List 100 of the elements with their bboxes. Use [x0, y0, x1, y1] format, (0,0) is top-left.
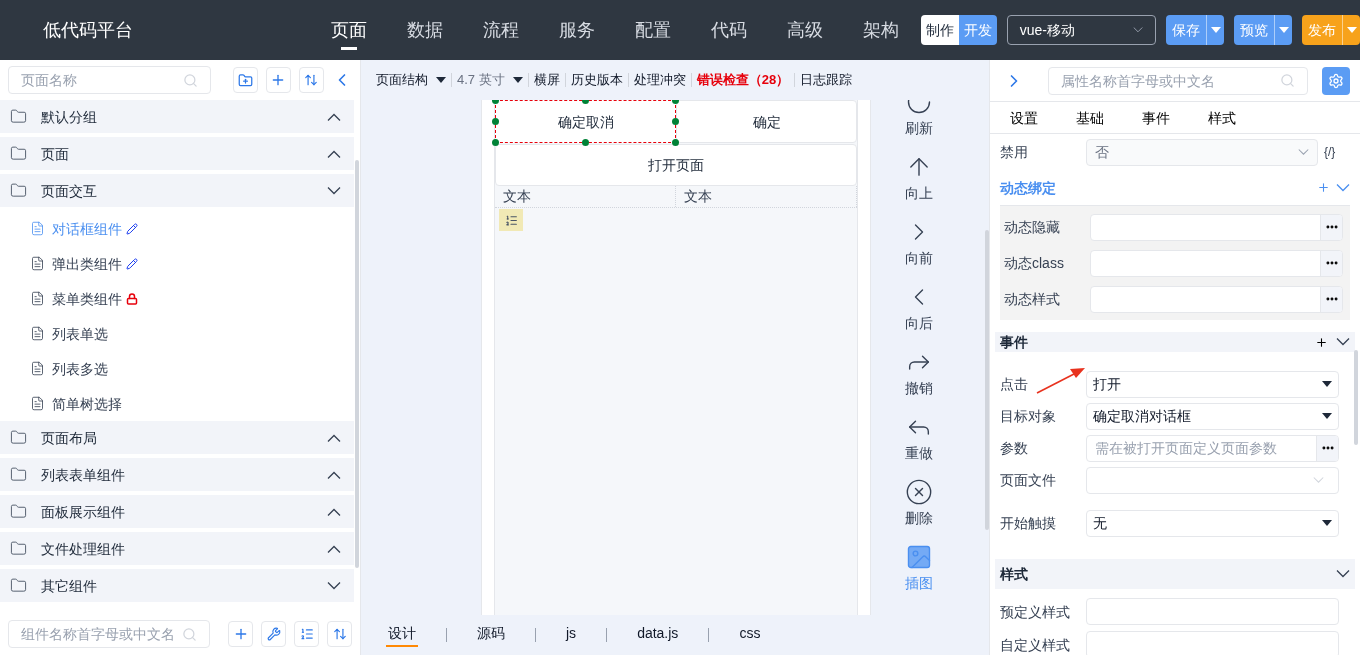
input-field[interactable] [1086, 598, 1339, 625]
group-header[interactable]: 页面布局 [0, 421, 354, 454]
folder-icon [10, 429, 27, 446]
nav-tab[interactable]: 高级 [767, 0, 844, 60]
search-icon [182, 72, 198, 88]
platform-select[interactable]: vue-移动 [1006, 15, 1156, 45]
group-header[interactable]: 页面交互 [0, 174, 354, 207]
property-tab[interactable]: 事件 [1142, 107, 1170, 128]
tool-button[interactable]: 删除 [905, 470, 933, 535]
page-item[interactable]: 弹出类组件 [0, 246, 354, 281]
toolbar-item[interactable]: 错误检查（28） [696, 70, 790, 90]
section-title: 动态绑定 [1000, 178, 1057, 198]
editor-tab[interactable]: js [564, 623, 579, 647]
toolbar-item[interactable]: 处理冲突 [633, 70, 686, 90]
select-field[interactable] [1086, 466, 1339, 494]
editor-tab[interactable]: 源码 [475, 623, 507, 647]
new-folder-button[interactable] [232, 67, 258, 93]
nav-tab[interactable]: 流程 [463, 0, 540, 60]
group-header[interactable]: 其它组件 [0, 569, 354, 602]
input-field[interactable] [1090, 213, 1343, 241]
resize-handle[interactable] [492, 139, 499, 146]
caret-icon [1322, 381, 1332, 387]
group-header[interactable]: 面板展示组件 [0, 495, 354, 528]
more-button[interactable] [1320, 250, 1342, 276]
arrow-annotation [1036, 366, 1086, 394]
mode-toggle[interactable]: 制作 [921, 15, 960, 45]
more-button[interactable] [1316, 435, 1338, 461]
page-item[interactable]: 列表多选 [0, 351, 354, 386]
expression-toggle[interactable]: {/} [1324, 144, 1336, 160]
sort-button[interactable] [327, 621, 352, 647]
property-tab[interactable]: 设置 [1010, 107, 1038, 128]
list-icon [299, 627, 314, 641]
list-button[interactable] [294, 621, 319, 647]
canvas-button[interactable]: 确定 [676, 100, 857, 143]
more-button[interactable] [1320, 214, 1342, 240]
group-header[interactable]: 文件处理组件 [0, 532, 354, 565]
tool-button[interactable]: 向后 [905, 275, 933, 340]
nav-tab[interactable]: 代码 [691, 0, 768, 60]
select-field[interactable]: 打开 [1086, 370, 1339, 398]
resize-handle[interactable] [672, 139, 679, 146]
input-field[interactable] [1090, 285, 1343, 313]
add-button[interactable] [228, 621, 254, 647]
toolbar-item[interactable]: 页面结构 [376, 70, 428, 90]
tool-button[interactable]: 向前 [905, 210, 933, 275]
nav-tab[interactable]: 服务 [539, 0, 616, 60]
caret-icon [436, 77, 446, 83]
page-item[interactable]: 菜单类组件 [0, 281, 354, 316]
editor-tab[interactable]: css [737, 623, 763, 647]
select-field[interactable]: 确定取消对话框 [1086, 402, 1339, 430]
nav-tab[interactable]: 页面 [311, 0, 388, 60]
page-item[interactable]: 列表单选 [0, 316, 354, 351]
tool-button[interactable]: 刷新 [905, 100, 933, 145]
wrench-button[interactable] [261, 621, 287, 647]
section-header[interactable]: 样式 [995, 559, 1355, 589]
sort-icon [304, 73, 319, 87]
canvas-button[interactable]: 确定取消 [495, 100, 676, 143]
caret-icon [1210, 27, 1221, 33]
nav-tab[interactable]: 数据 [387, 0, 464, 60]
toolbar-item[interactable]: 4.7 英寸 [457, 70, 505, 90]
tool-button[interactable]: 重做 [905, 405, 933, 470]
field-label: 动态class [1004, 255, 1064, 271]
property-tab[interactable]: 样式 [1208, 107, 1236, 128]
editor-tab[interactable]: 设计 [386, 623, 418, 647]
tool-button[interactable]: 撤销 [905, 340, 933, 405]
group-header[interactable]: 列表表单组件 [0, 458, 354, 491]
sort-button[interactable] [298, 67, 324, 93]
group-header[interactable]: 页面 [0, 137, 354, 170]
wrench-icon [266, 627, 281, 641]
field-label: 禁用 [1000, 144, 1028, 160]
nav-tab[interactable]: 配置 [615, 0, 692, 60]
property-tab[interactable]: 基础 [1076, 107, 1104, 128]
select-field[interactable]: 无 [1086, 509, 1339, 537]
toolbar-item[interactable]: 日志跟踪 [800, 70, 853, 90]
logo-text: 低代码平台 [43, 19, 134, 42]
document-icon [30, 291, 45, 306]
resize-handle[interactable] [492, 117, 499, 125]
input-field[interactable] [1086, 631, 1339, 655]
add-button[interactable] [265, 67, 291, 93]
section-header[interactable]: 事件 [995, 332, 1355, 352]
editor-tab[interactable]: data.js [635, 623, 681, 647]
canvas-button[interactable]: 打开页面 [495, 144, 857, 186]
nav-tab[interactable]: 架构 [843, 0, 920, 60]
plus-icon[interactable] [1315, 335, 1328, 349]
toolbar-item[interactable]: 横屏 [533, 70, 560, 90]
settings-button[interactable] [1322, 66, 1350, 95]
folder-icon [10, 540, 27, 557]
resize-handle[interactable] [581, 139, 589, 146]
select-field[interactable]: 否 [1086, 138, 1318, 166]
document-icon [30, 326, 45, 341]
more-button[interactable] [1320, 286, 1342, 312]
document-icon [30, 221, 45, 236]
group-header[interactable]: 默认分组 [0, 100, 354, 133]
tool-button[interactable]: 向上 [905, 145, 933, 210]
toolbar-item[interactable]: 历史版本 [570, 70, 623, 90]
page-item[interactable]: 简单树选择 [0, 386, 354, 421]
field-label: 参数 [1000, 440, 1028, 456]
input-field[interactable] [1090, 249, 1343, 277]
field-label: 动态样式 [1004, 291, 1060, 307]
field-label: 目标对象 [1000, 408, 1056, 424]
sort-icon [332, 627, 347, 641]
